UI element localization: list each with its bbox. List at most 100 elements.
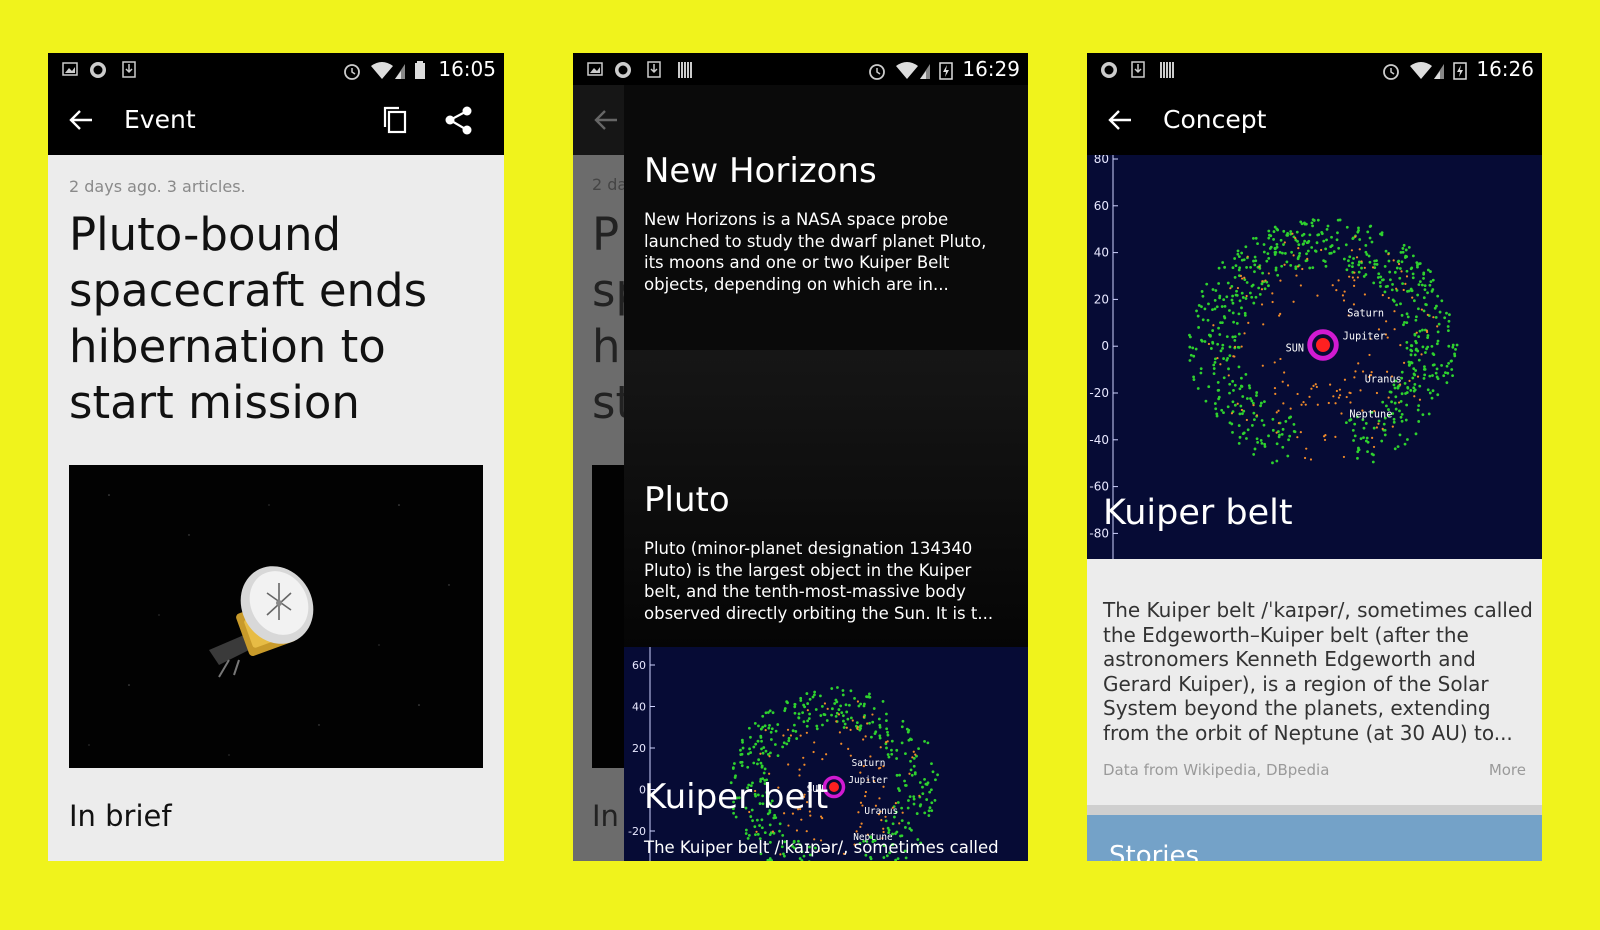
kuiper-object-dot	[744, 828, 748, 832]
kuiper-object-dot	[1267, 236, 1271, 240]
kuiper-object-dot	[781, 745, 785, 749]
kuiper-object-dot	[1431, 374, 1434, 377]
kuiper-object-dot	[900, 725, 904, 729]
spacecraft-image[interactable]	[69, 465, 483, 768]
kuiper-object-dot	[912, 797, 916, 801]
back-arrow-icon[interactable]	[66, 105, 96, 135]
kuiper-object-dot	[1414, 369, 1418, 372]
kuiper-object-dot	[1417, 307, 1420, 311]
kuiper-object-dot	[904, 752, 907, 756]
kuiper-object-dot	[1308, 233, 1312, 237]
planet-label: Uranus	[1365, 374, 1402, 385]
kuiper-object-dot	[1231, 335, 1235, 339]
kuiper-object-dot	[1239, 404, 1243, 408]
scattered-object-dot	[1279, 279, 1282, 282]
back-arrow-icon[interactable]	[1105, 105, 1135, 135]
concept-card-new-horizons[interactable]: New Horizons New Horizons is a NASA spac…	[624, 85, 1028, 350]
kuiper-object-dot	[1404, 418, 1408, 422]
concept-card-kuiper-belt[interactable]: 60 40 20 0 -20 -40 SUN Saturn Jupiter Uranus Neptu…	[624, 647, 1028, 861]
kuiper-object-dot	[760, 826, 764, 830]
share-icon[interactable]	[443, 105, 475, 137]
kuiper-object-dot	[795, 737, 799, 740]
kuiper-object-dot	[923, 777, 926, 781]
kuiper-object-dot	[913, 772, 917, 776]
kuiper-object-dot	[769, 738, 773, 741]
stories-section[interactable]: Stories	[1087, 815, 1542, 861]
phone-concepts-screen: 16:29 2 da P sp h st In New Horizons New…	[573, 53, 1028, 861]
kuiper-object-dot	[1279, 238, 1283, 242]
kuiper-object-dot	[1263, 442, 1267, 446]
kuiper-object-dot	[1245, 397, 1249, 400]
kuiper-object-dot	[1267, 229, 1271, 233]
kuiper-object-dot	[1435, 367, 1439, 371]
kuiper-object-dot	[1233, 275, 1237, 279]
kuiper-belt-plot[interactable]: 80 60 40 20 0 -20 -40 -60 -80 SUN Saturn Jupiter Ura…	[1087, 155, 1542, 559]
kuiper-object-dot	[1435, 304, 1438, 308]
kuiper-object-dot	[1197, 304, 1201, 307]
article-meta: 2 days ago. 3 articles.	[69, 177, 246, 196]
status-time: 16:29	[962, 57, 1020, 81]
kuiper-object-dot	[1275, 442, 1279, 446]
kuiper-object-dot	[1228, 309, 1231, 312]
kuiper-object-dot	[1214, 407, 1218, 411]
scattered-object-dot	[1322, 435, 1326, 438]
kuiper-object-dot	[1203, 307, 1207, 311]
scattered-object-dot	[806, 709, 809, 712]
kuiper-object-dot	[757, 758, 761, 762]
kuiper-object-dot	[1414, 339, 1418, 343]
kuiper-object-dot	[1302, 242, 1305, 246]
kuiper-object-dot	[1280, 264, 1284, 268]
kuiper-object-dot	[1401, 282, 1405, 286]
download-notification-icon	[1131, 61, 1145, 78]
kuiper-object-dot	[1211, 308, 1214, 312]
kuiper-object-dot	[1243, 313, 1247, 317]
kuiper-object-dot	[1254, 236, 1258, 240]
back-arrow-icon[interactable]	[591, 105, 621, 135]
more-link[interactable]: More	[1489, 761, 1526, 779]
kuiper-object-dot	[910, 738, 913, 741]
kuiper-object-dot	[1436, 393, 1440, 397]
scattered-object-dot	[1355, 256, 1359, 259]
kuiper-object-dot	[874, 730, 878, 734]
kuiper-object-dot	[1289, 230, 1293, 233]
kuiper-object-dot	[1372, 426, 1376, 430]
scattered-object-dot	[787, 763, 790, 766]
kuiper-object-dot	[1418, 329, 1422, 333]
kuiper-object-dot	[807, 717, 811, 720]
kuiper-object-dot	[1356, 456, 1359, 460]
kuiper-object-dot	[1259, 401, 1263, 405]
kuiper-object-dot	[748, 747, 751, 751]
kuiper-object-dot	[841, 714, 845, 718]
kuiper-object-dot	[1262, 250, 1266, 254]
kuiper-object-dot	[1214, 289, 1218, 292]
kuiper-object-dot	[741, 740, 744, 744]
copy-icon[interactable]	[381, 105, 409, 135]
kuiper-object-dot	[1396, 385, 1400, 389]
scattered-object-dot	[1331, 284, 1334, 287]
kuiper-object-dot	[1232, 320, 1236, 324]
kuiper-object-dot	[907, 799, 910, 802]
kuiper-object-dot	[1336, 231, 1339, 235]
concept-card-pluto[interactable]: Pluto Pluto (minor-planet designation 13…	[624, 350, 1028, 647]
kuiper-object-dot	[1231, 301, 1235, 305]
planet-label: Saturn	[1347, 308, 1384, 319]
kuiper-object-dot	[1241, 432, 1245, 436]
kuiper-object-dot	[1211, 329, 1215, 332]
kuiper-object-dot	[1294, 265, 1298, 269]
kuiper-object-dot	[793, 705, 797, 709]
scattered-object-dot	[1375, 391, 1379, 395]
scattered-object-dot	[894, 802, 897, 805]
kuiper-object-dot	[747, 726, 751, 730]
kuiper-object-dot	[1238, 435, 1242, 439]
scattered-object-dot	[1436, 325, 1439, 328]
kuiper-object-dot	[1379, 284, 1382, 288]
scattered-object-dot	[1255, 414, 1259, 417]
kuiper-object-dot	[1414, 318, 1418, 322]
kuiper-object-dot	[868, 692, 871, 696]
concept-description: The Kuiper belt /ˈkaɪpər/, sometimes cal…	[1103, 598, 1533, 745]
scattered-object-dot	[1279, 312, 1282, 315]
kuiper-object-dot	[1287, 438, 1290, 442]
kuiper-object-dot	[872, 707, 876, 710]
kuiper-object-dot	[802, 703, 806, 707]
kuiper-object-dot	[756, 762, 759, 766]
